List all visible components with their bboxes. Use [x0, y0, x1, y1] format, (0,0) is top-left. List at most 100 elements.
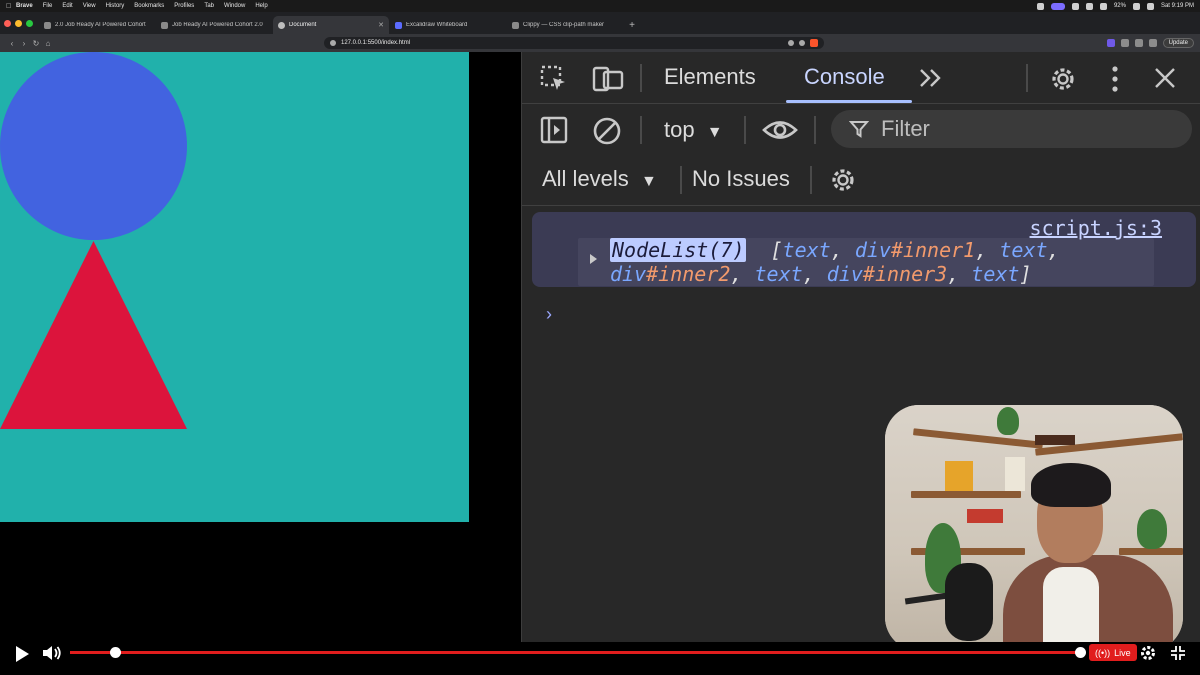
- clear-console-icon[interactable]: [592, 116, 622, 146]
- share-icon[interactable]: [799, 40, 805, 46]
- console-prompt[interactable]: ›: [546, 304, 552, 325]
- close-tab-icon[interactable]: ✕: [378, 21, 384, 29]
- brave-shields-icon[interactable]: [810, 39, 818, 47]
- menu-history[interactable]: History: [106, 3, 125, 9]
- live-signal-icon: ((•)): [1095, 647, 1111, 658]
- back-icon[interactable]: ‹: [6, 39, 18, 48]
- person-hair: [1031, 463, 1111, 507]
- tab-clippy[interactable]: Clippy — CSS clip-path maker: [507, 16, 623, 34]
- expand-triangle-icon[interactable]: [590, 254, 597, 264]
- tab-label: Job Ready AI Powered Cohort 2.0: [172, 22, 263, 28]
- context-selector[interactable]: top ▼: [664, 117, 723, 143]
- comma: ,: [1047, 238, 1060, 262]
- menu-edit[interactable]: Edit: [62, 3, 72, 9]
- token-text: text: [754, 262, 803, 286]
- inspect-element-icon[interactable]: [540, 65, 568, 93]
- menu-help[interactable]: Help: [255, 3, 267, 9]
- media-icon[interactable]: [1148, 39, 1157, 47]
- extension-icon[interactable]: [1134, 39, 1143, 47]
- new-tab-button[interactable]: +: [624, 16, 640, 34]
- extension-icon[interactable]: [1120, 39, 1129, 47]
- omnibox[interactable]: 127.0.0.1:5500/index.html: [324, 37, 824, 49]
- sidebar-toggle-icon[interactable]: [540, 116, 568, 144]
- menu-app[interactable]: Brave: [16, 3, 33, 9]
- chevron-down-icon: ▼: [640, 173, 657, 190]
- excalidraw-icon: [395, 21, 402, 29]
- control-center-icon[interactable]: [1146, 2, 1154, 10]
- reload-icon[interactable]: ↻: [30, 39, 42, 48]
- wifi-icon[interactable]: [1071, 2, 1079, 10]
- menu-view[interactable]: View: [83, 3, 96, 9]
- tab-console[interactable]: Console: [804, 64, 885, 90]
- tab-cohort-1[interactable]: 2.0 Job Ready AI Powered Cohort: [39, 16, 155, 34]
- nodelist-label[interactable]: NodeList(7): [610, 238, 747, 262]
- exit-fullscreen-icon[interactable]: [1170, 645, 1186, 661]
- log-line-2: div#inner2, text, div#inner3, text]: [610, 262, 1032, 286]
- live-edge-knob[interactable]: [1075, 647, 1086, 658]
- forward-icon[interactable]: ›: [18, 39, 30, 48]
- source-link[interactable]: script.js:3: [1030, 216, 1162, 240]
- play-icon[interactable]: [14, 645, 30, 663]
- tab-document[interactable]: Document ✕: [273, 16, 389, 34]
- token-tag: div: [854, 238, 891, 262]
- tab-label: Excalidraw Whiteboard: [406, 22, 468, 28]
- console-settings-icon[interactable]: [828, 165, 858, 195]
- screen:  Brave File Edit View History Bookmarks…: [0, 0, 1200, 675]
- console-log-entry[interactable]: script.js:3 NodeList(7) [text, div#inner…: [532, 212, 1196, 287]
- settings-gear-icon[interactable]: [1139, 644, 1157, 662]
- close-window-button[interactable]: [4, 19, 11, 27]
- device-toolbar-icon[interactable]: [592, 65, 624, 93]
- tab-excalidraw[interactable]: Excalidraw Whiteboard: [390, 16, 506, 34]
- active-tab-indicator: [786, 100, 912, 103]
- battery-icon[interactable]: [1132, 2, 1140, 10]
- url-text[interactable]: 127.0.0.1:5500/index.html: [341, 40, 783, 46]
- maximize-window-button[interactable]: [26, 19, 33, 27]
- filter-icon: [849, 121, 869, 138]
- menu-file[interactable]: File: [43, 3, 53, 9]
- home-icon[interactable]: ⌂: [42, 39, 54, 48]
- live-label: Live: [1114, 647, 1131, 658]
- tab-cohort-2[interactable]: Job Ready AI Powered Cohort 2.0: [156, 16, 272, 34]
- tab-label: Clippy — CSS clip-path maker: [523, 22, 605, 28]
- gear-icon[interactable]: [1048, 64, 1078, 94]
- browser-tabstrip: 2.0 Job Ready AI Powered Cohort Job Read…: [0, 12, 1200, 34]
- live-badge[interactable]: ((•)) Live: [1089, 644, 1137, 661]
- menubar-status: 92% Sat 9:19 PM: [1036, 2, 1194, 10]
- progress-bar[interactable]: [70, 651, 1080, 654]
- plant: [997, 407, 1019, 435]
- token-id: #inner1: [890, 238, 976, 262]
- filter-input[interactable]: Filter: [831, 110, 1192, 148]
- webcam-overlay: [885, 405, 1183, 651]
- settings-icon[interactable]: [1085, 2, 1093, 10]
- volume-icon[interactable]: [42, 645, 62, 661]
- menu-window[interactable]: Window: [224, 3, 245, 9]
- plant: [1137, 509, 1167, 549]
- minimize-window-button[interactable]: [15, 19, 22, 27]
- tab-label: Document: [289, 22, 317, 28]
- inner-triangle: [0, 241, 187, 429]
- microphone: [945, 563, 993, 641]
- status-icon[interactable]: [1036, 2, 1044, 10]
- more-tabs-icon[interactable]: [918, 67, 942, 89]
- divider: [744, 116, 746, 144]
- close-icon[interactable]: [1154, 67, 1176, 89]
- site-info-icon[interactable]: [330, 40, 336, 46]
- clock[interactable]: Sat 9:19 PM: [1161, 3, 1194, 9]
- screen-record-icon[interactable]: [1050, 2, 1065, 10]
- menu-tab[interactable]: Tab: [204, 3, 214, 9]
- apple-icon[interactable]: : [6, 3, 16, 10]
- video-controls: [0, 642, 1200, 675]
- book: [945, 461, 973, 491]
- menu-bookmarks[interactable]: Bookmarks: [134, 3, 164, 9]
- menu-profiles[interactable]: Profiles: [174, 3, 194, 9]
- clippy-icon: [512, 21, 519, 29]
- bluetooth-icon[interactable]: [1099, 2, 1107, 10]
- tab-elements[interactable]: Elements: [664, 64, 756, 90]
- update-button[interactable]: Update: [1162, 38, 1194, 48]
- extension-icon[interactable]: [1106, 39, 1115, 47]
- log-levels-dropdown[interactable]: All levels ▼: [542, 166, 657, 192]
- zoom-icon[interactable]: [788, 40, 794, 46]
- kebab-menu-icon[interactable]: [1108, 65, 1122, 93]
- eye-icon[interactable]: [762, 119, 798, 141]
- issues-button[interactable]: No Issues: [692, 166, 790, 192]
